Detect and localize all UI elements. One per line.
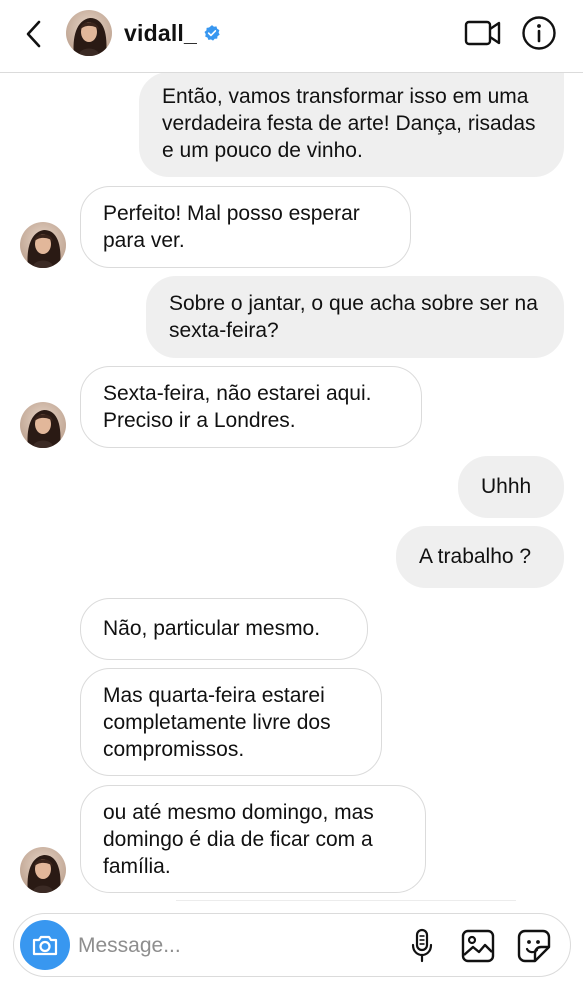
camera-icon [32, 935, 58, 956]
message-bubble-outgoing: Sobre o jantar, o que acha sobre ser na … [146, 276, 564, 358]
message-input[interactable] [76, 924, 380, 968]
avatar[interactable] [20, 847, 66, 893]
message-bubble-incoming: Não, particular mesmo. [80, 598, 368, 660]
microphone-button[interactable] [404, 926, 440, 966]
gallery-button[interactable] [458, 926, 498, 966]
message-bubble-outgoing: Então, vamos transformar isso em uma ver… [139, 72, 564, 177]
camera-button[interactable] [20, 920, 70, 970]
video-call-button[interactable] [464, 16, 502, 50]
message-bubble-incoming: ou até mesmo domingo, mas domingo é dia … [80, 785, 426, 893]
video-camera-icon [464, 20, 501, 46]
microphone-icon [411, 928, 433, 963]
divider [176, 900, 516, 901]
back-button[interactable] [18, 16, 48, 52]
profile-avatar[interactable] [66, 10, 112, 56]
info-button[interactable] [520, 14, 558, 52]
avatar[interactable] [20, 402, 66, 448]
chat-header: vidall_ [0, 0, 583, 73]
message-bubble-outgoing: Uhhh [458, 456, 564, 518]
message-bubble-incoming: Sexta-feira, não estarei aqui. Preciso i… [80, 366, 422, 448]
message-bubble-incoming: Mas quarta-feira estarei completamente l… [80, 668, 382, 776]
message-thread: Então, vamos transformar isso em uma ver… [0, 0, 583, 901]
chevron-left-icon [26, 20, 41, 48]
message-bubble-incoming: Perfeito! Mal posso esperar para ver. [80, 186, 411, 268]
profile-title[interactable]: vidall_ [124, 18, 221, 48]
sticker-icon [517, 929, 551, 963]
username: vidall_ [124, 19, 197, 46]
image-gallery-icon [461, 929, 495, 963]
message-bubble-outgoing: A trabalho ? [396, 526, 564, 588]
verified-badge-icon [203, 24, 221, 42]
info-icon [522, 16, 556, 50]
message-composer [13, 913, 571, 977]
sticker-button[interactable] [514, 926, 554, 966]
avatar[interactable] [20, 222, 66, 268]
